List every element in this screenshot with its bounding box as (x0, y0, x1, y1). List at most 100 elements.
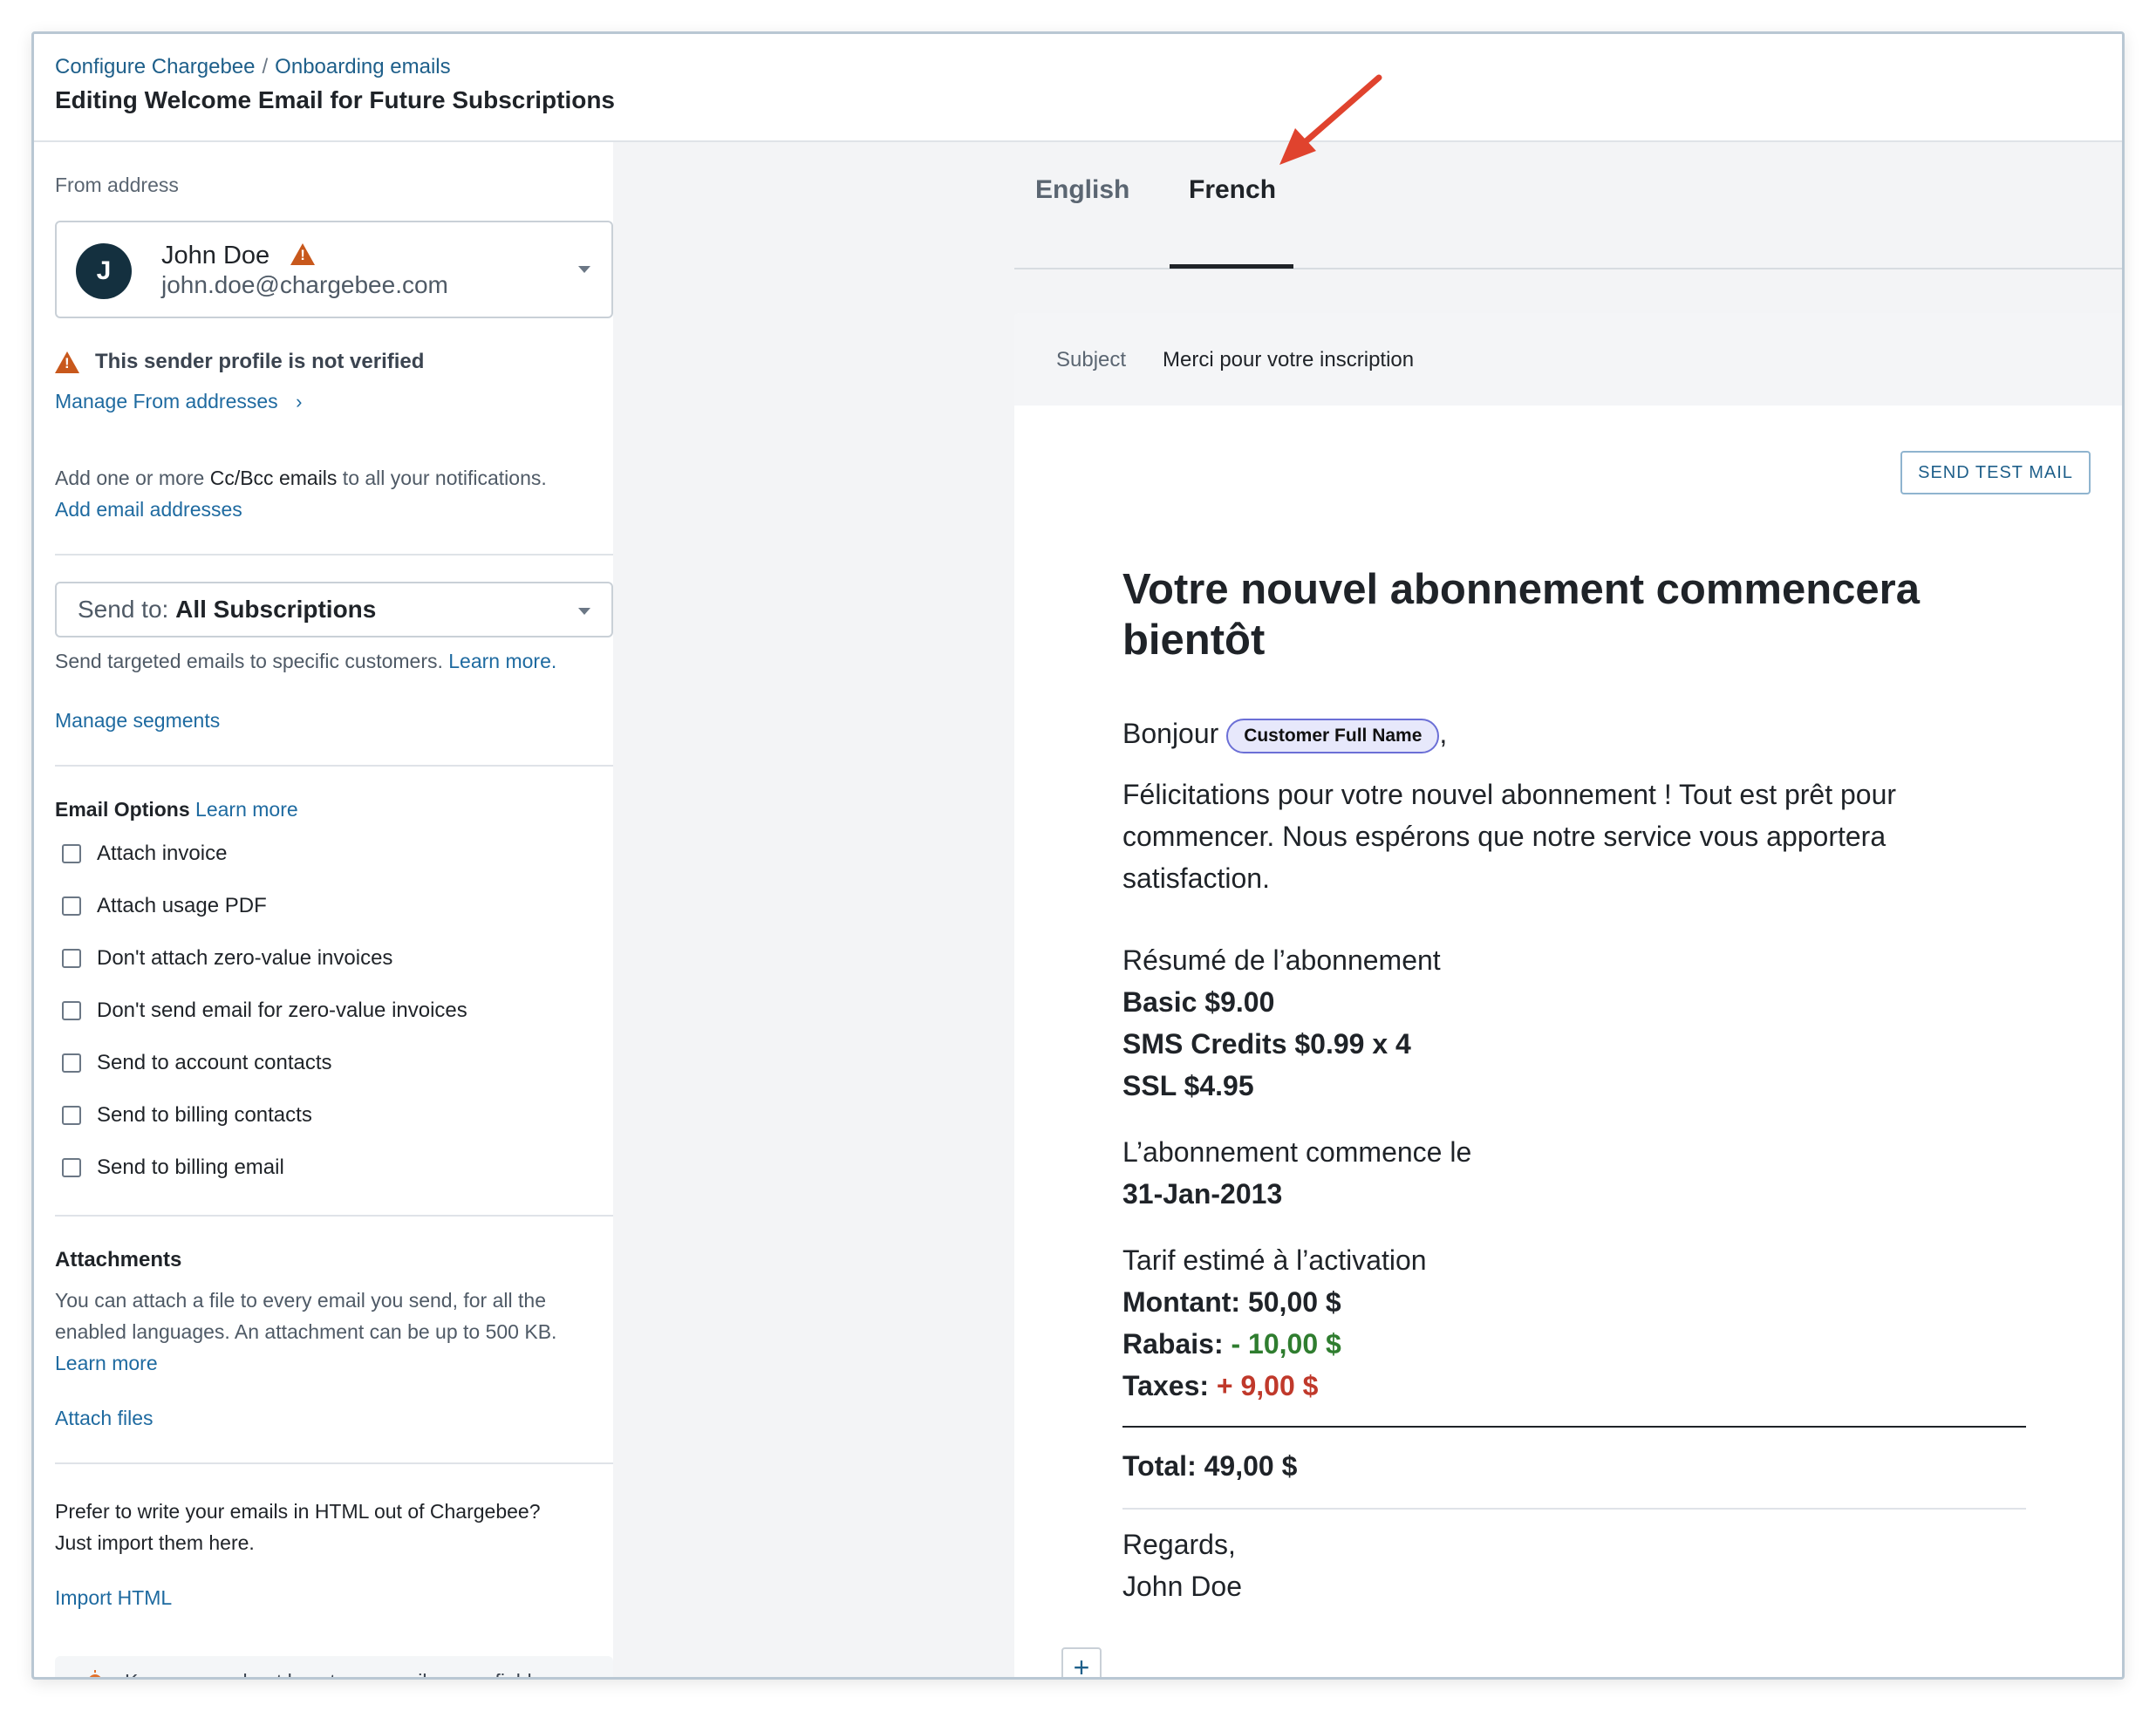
email-heading: Votre nouvel abonnement commencera bient… (1122, 564, 2030, 665)
add-block-button[interactable]: + (1061, 1647, 1102, 1680)
send-billing-email-checkbox[interactable]: Send to billing email (62, 1155, 284, 1180)
paragraph-line: satisfaction. (1122, 862, 1270, 894)
checkbox-icon (62, 1106, 81, 1125)
lightbulb-icon (89, 1670, 101, 1677)
option-label: Attach usage PDF (97, 894, 267, 917)
tax-label: Taxes: (1122, 1370, 1210, 1401)
discount-value: - 10,00 $ (1231, 1328, 1341, 1360)
paragraph-line: Félicitations pour votre nouvel abonneme… (1122, 779, 1897, 810)
manage-segments-link[interactable]: Manage segments (55, 709, 220, 733)
signature: John Doe (1122, 1571, 1242, 1602)
cc-text-emph: Cc/Bcc emails (209, 467, 338, 489)
cc-bcc-description: Add one or more Cc/Bcc emails to all you… (55, 467, 547, 490)
start-date-block: L’abonnement commence le 31-Jan-2013 (1122, 1131, 2030, 1215)
send-to-selected: All Subscriptions (175, 596, 377, 623)
send-to-helper-text: Send targeted emails to specific custome… (55, 650, 443, 672)
cc-text-before: Add one or more (55, 467, 210, 489)
merge-field-pill[interactable]: Customer Full Name (1226, 718, 1440, 753)
greeting-suffix: , (1439, 718, 1448, 749)
checkbox-icon (62, 1158, 81, 1177)
email-body[interactable]: Votre nouvel abonnement commencera bient… (1122, 564, 2030, 1607)
summary-item: Basic $9.00 (1122, 986, 1275, 1018)
attach-files-link[interactable]: Attach files (55, 1407, 154, 1430)
divider (55, 1462, 613, 1464)
checkbox-icon (62, 896, 81, 916)
import-line: Just import them here. (55, 1531, 255, 1554)
import-line: Prefer to write your emails in HTML out … (55, 1500, 541, 1523)
email-options-title: Email Options (55, 798, 190, 821)
estimate-block: Tarif estimé à l’activation Montant: 50,… (1122, 1239, 2030, 1407)
import-description: Prefer to write your emails in HTML out … (55, 1496, 541, 1558)
option-label: Send to account contacts (97, 1051, 332, 1074)
total-label: Total: (1122, 1450, 1197, 1482)
send-to-value: Send to: All Subscriptions (78, 596, 376, 624)
intro-paragraph: Félicitations pour votre nouvel abonneme… (1122, 774, 2030, 899)
attachments-description: You can attach a file to every email you… (55, 1285, 556, 1379)
option-label: Attach invoice (97, 842, 228, 865)
estimate-title: Tarif estimé à l’activation (1122, 1244, 1427, 1276)
checkbox-icon (62, 844, 81, 863)
email-options-header: Email Options Learn more (55, 798, 298, 821)
heading-line: bientôt (1122, 617, 1266, 664)
divider (55, 1215, 613, 1217)
heading-line: Votre nouvel abonnement commencera (1122, 566, 1920, 613)
no-email-zero-value-checkbox[interactable]: Don't send email for zero-value invoices (62, 999, 467, 1023)
checkbox-icon (62, 949, 81, 968)
paragraph-line: commencer. Nous espérons que notre servi… (1122, 821, 1886, 852)
import-html-link[interactable]: Import HTML (55, 1586, 172, 1610)
chevron-right-icon: › (296, 391, 303, 412)
send-billing-contacts-checkbox[interactable]: Send to billing contacts (62, 1103, 312, 1128)
annotation-arrow-icon (1279, 74, 1382, 165)
mail-merge-tip[interactable]: Know more about how to use mail merge fi… (55, 1656, 613, 1677)
option-label: Send to billing contacts (97, 1103, 312, 1127)
summary-title: Résumé de l’abonnement (1122, 944, 1441, 976)
send-account-contacts-checkbox[interactable]: Send to account contacts (62, 1051, 332, 1075)
summary-block: Résumé de l’abonnement Basic $9.00 SMS C… (1122, 939, 2030, 1107)
email-options-learn-more-link[interactable]: Learn more (195, 798, 298, 821)
option-label: Don't attach zero-value invoices (97, 946, 393, 970)
no-zero-value-invoices-checkbox[interactable]: Don't attach zero-value invoices (62, 946, 392, 971)
option-label: Send to billing email (97, 1155, 284, 1179)
manage-from-addresses-label: Manage From addresses (55, 390, 278, 412)
attachments-line: You can attach a file to every email you… (55, 1289, 546, 1312)
start-date: 31-Jan-2013 (1122, 1178, 1283, 1210)
send-to-helper: Send targeted emails to specific custome… (55, 650, 556, 673)
checkbox-icon (62, 1053, 81, 1073)
attachments-learn-more-link[interactable]: Learn more (55, 1347, 556, 1379)
greeting: Bonjour (1122, 718, 1219, 749)
app-window: Configure Chargebee / Onboarding emails Ed… (31, 31, 2125, 1680)
checkbox-icon (62, 1001, 81, 1020)
total-value: 49,00 $ (1204, 1450, 1298, 1482)
tax-value: + 9,00 $ (1216, 1370, 1319, 1401)
attach-invoice-checkbox[interactable]: Attach invoice (62, 842, 227, 866)
amount-value: 50,00 $ (1247, 1286, 1341, 1318)
summary-item: SMS Credits $0.99 x 4 (1122, 1028, 1411, 1060)
total-divider (1122, 1426, 2026, 1428)
send-test-mail-button[interactable]: SEND TEST MAIL (1900, 451, 2091, 494)
attach-usage-pdf-checkbox[interactable]: Attach usage PDF (62, 894, 267, 918)
regards: Regards, (1122, 1529, 1236, 1560)
summary-item: SSL $4.95 (1122, 1070, 1254, 1101)
plus-icon: + (1073, 1651, 1090, 1680)
amount-label: Montant: (1122, 1286, 1241, 1318)
send-to-select[interactable]: Send to: All Subscriptions (55, 582, 613, 637)
greeting-line: Bonjour Customer Full Name, (1122, 712, 2030, 754)
chevron-down-icon (578, 608, 590, 615)
cc-text-after: to all your notifications. (337, 467, 547, 489)
manage-from-addresses-link[interactable]: Manage From addresses › (55, 390, 302, 413)
signoff-block: Regards, John Doe (1122, 1524, 2030, 1607)
start-label: L’abonnement commence le (1122, 1136, 1472, 1168)
divider (55, 765, 613, 767)
send-to-label: Send to: (78, 596, 169, 623)
divider (55, 554, 613, 556)
attachments-title: Attachments (55, 1248, 182, 1271)
attachments-line: enabled languages. An attachment can be … (55, 1320, 557, 1343)
tip-text: Know more about how to use mail merge fi… (125, 1670, 542, 1677)
add-email-addresses-link[interactable]: Add email addresses (55, 498, 242, 521)
email-preview-card: Subject Merci pour votre inscription SEN… (1014, 313, 2122, 1680)
discount-label: Rabais: (1122, 1328, 1224, 1360)
total-line: Total: 49,00 $ (1122, 1445, 2030, 1487)
send-to-learn-more-link[interactable]: Learn more. (448, 650, 556, 672)
section-divider (1122, 1508, 2026, 1510)
option-label: Don't send email for zero-value invoices (97, 999, 467, 1022)
